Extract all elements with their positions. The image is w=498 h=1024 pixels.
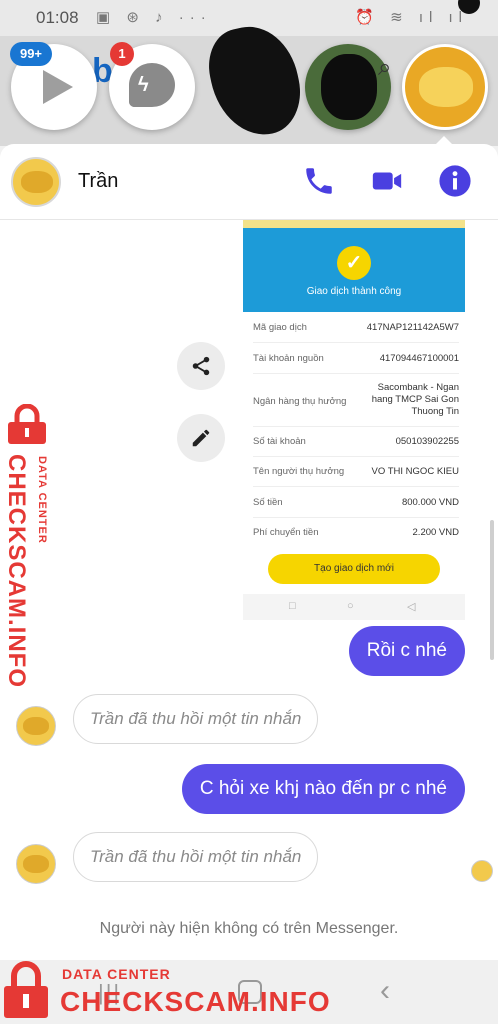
system-icons: ⏰ ≋ ıl ıl [355,9,468,26]
watermark-subtext: DATA CENTER [62,966,171,982]
watermark-text: CHECKSCAM.INFO [60,986,331,1017]
video-call-icon[interactable] [370,164,404,198]
avatar[interactable] [11,157,61,207]
chat-head-active[interactable] [402,44,488,130]
play-badge: 99+ [10,42,52,66]
watermark-subtext: DATA CENTER [36,456,48,544]
watermark-text: CHECKSCAM.INFO [3,454,30,688]
outgoing-message[interactable]: Rồi c nhé [348,626,465,676]
info-icon[interactable] [438,164,472,198]
scrollbar[interactable] [490,520,494,660]
lock-icon [4,961,48,1018]
status-time: 01:08 [36,8,79,27]
avatar-image [419,67,473,107]
avatar[interactable] [16,706,56,746]
conversation-area[interactable]: ✓ Giao dịch thành công Mã giao dịch 417NA… [0,220,498,960]
edit-button[interactable] [177,414,225,462]
unsent-message[interactable]: Trần đã thu hồi một tin nhắn [73,694,319,744]
watermark-vertical: CHECKSCAM.INFO DATA CENTER [3,404,56,688]
messenger-badge: 1 [110,42,134,66]
play-icon [43,70,73,104]
back-icon[interactable]: ‹ [380,974,390,1008]
chat-header: Trần [0,144,498,220]
outgoing-message[interactable]: C hỏi xe khj nào đến pr c nhé [181,764,465,814]
unavailable-notice: Người này hiện không có trên Messenger. [99,920,399,937]
pencil-icon [192,429,210,447]
share-button[interactable] [177,342,225,390]
unsent-message[interactable]: Trần đã thu hồi một tin nhắn [73,832,319,882]
screenshot-nav-bar: □ ○ ◁ [243,594,465,620]
seen-indicator-avatar [471,860,493,882]
search-icon: ⌕ [378,54,392,81]
contact-name[interactable]: Trần [78,170,118,193]
phone-icon[interactable] [302,164,336,198]
shared-transfer-screenshot[interactable]: ✓ Giao dịch thành công Mã giao dịch 417NA… [243,220,465,620]
success-check-icon: ✓ [337,246,371,280]
redaction-blot [321,54,377,120]
share-icon [192,356,210,376]
new-transaction-button: Tạo giao dịch mới [268,554,440,584]
success-text: Giao dịch thành công [306,286,402,297]
lock-icon [8,404,46,444]
messenger-icon [129,63,175,107]
notification-icons: ▣ ⊛ ♪ ··· [96,9,212,26]
avatar[interactable] [16,844,56,884]
